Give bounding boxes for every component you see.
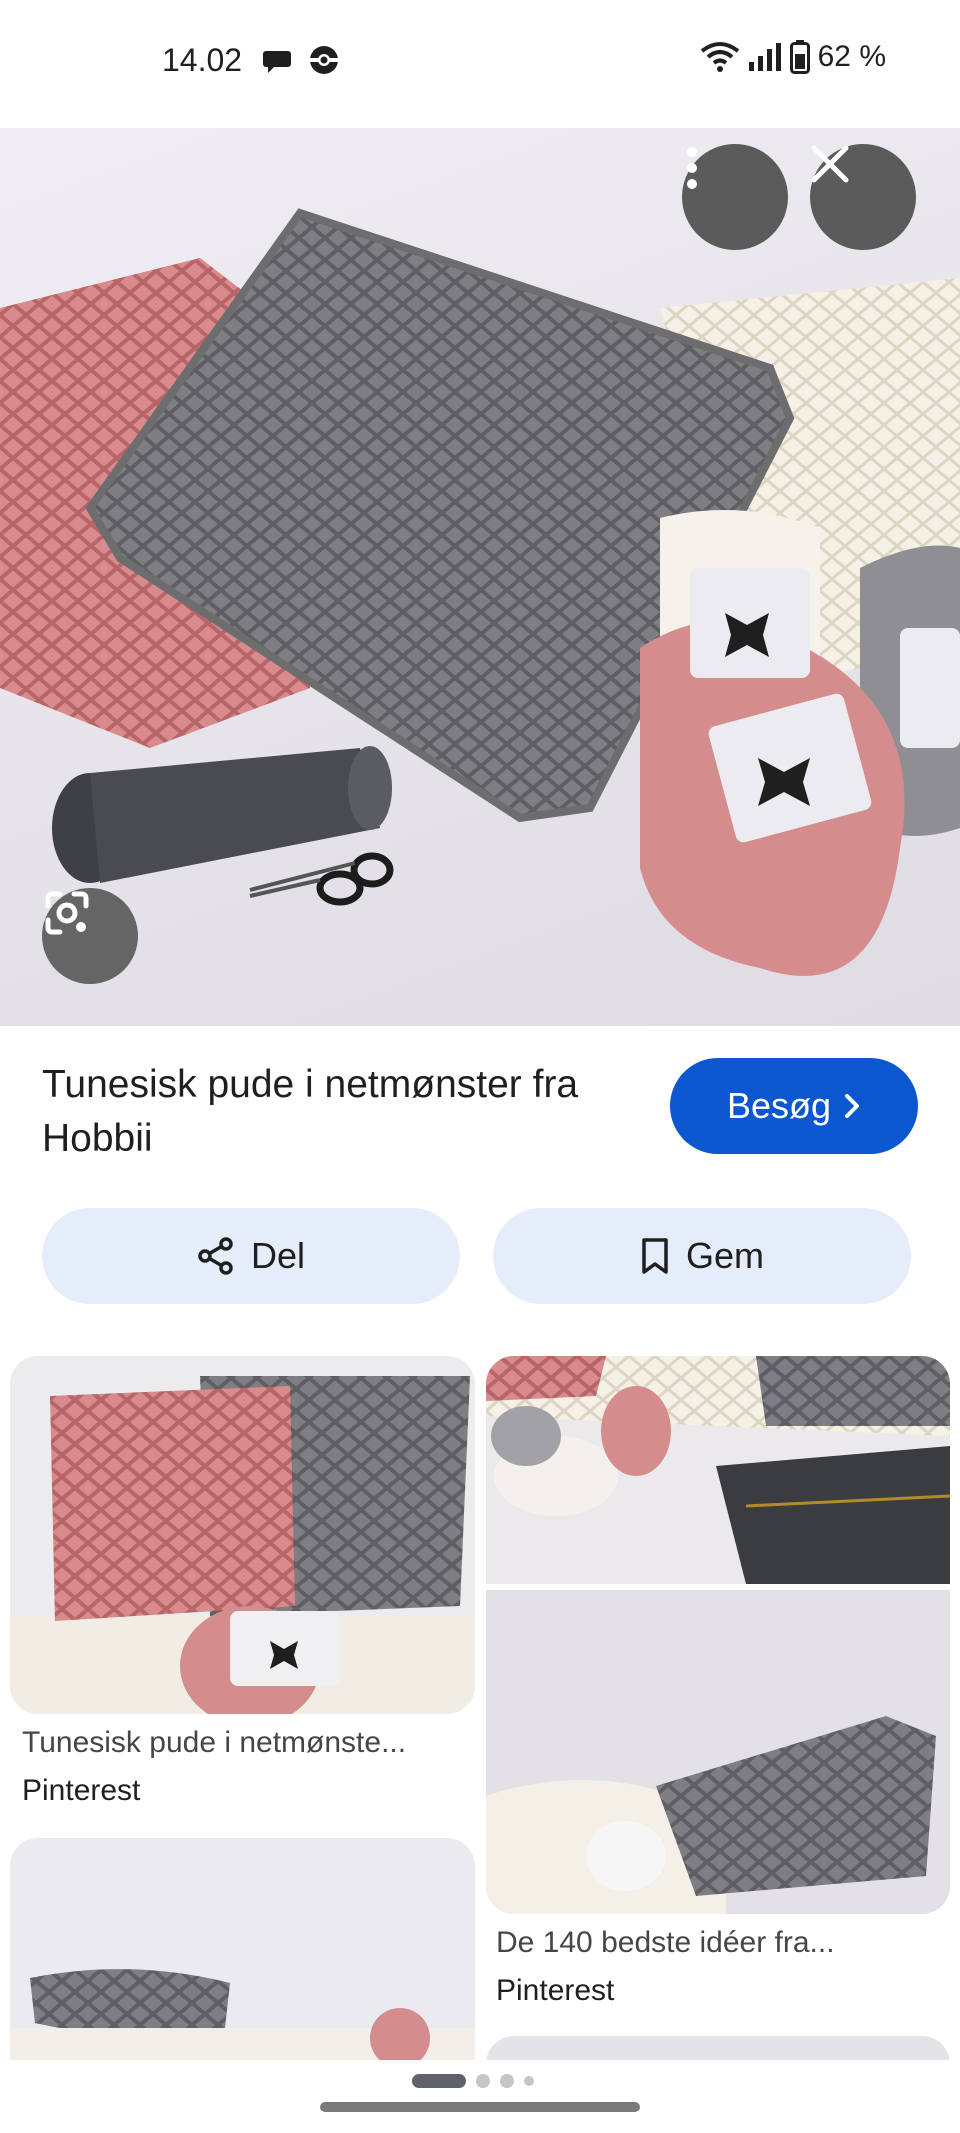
page-dot	[476, 2074, 490, 2088]
chat-bubble-icon	[263, 51, 291, 73]
related-card[interactable]: Tunesisk pude i netmønste... Pinterest	[10, 1356, 475, 1816]
related-image[interactable]	[10, 1356, 475, 1714]
navigation-bar	[0, 2060, 960, 2133]
related-title: De 140 bedste idéer fra...	[496, 1926, 835, 1959]
main-image-illustration	[0, 208, 960, 976]
signal-icon	[748, 43, 781, 71]
status-bar: 14.02 62 %	[0, 0, 960, 126]
save-label: Gem	[685, 1235, 764, 1276]
related-card[interactable]	[10, 1838, 475, 2060]
lens-search-button[interactable]	[42, 888, 138, 984]
scissors	[249, 852, 394, 906]
more-options-button[interactable]	[682, 144, 788, 250]
related-source: Pinterest	[496, 1974, 615, 2007]
more-vert-icon	[687, 147, 697, 189]
visit-label: Besøg	[726, 1085, 832, 1126]
page-dot	[524, 2076, 534, 2086]
bookmark-icon	[642, 1238, 668, 1274]
related-image[interactable]	[486, 1356, 950, 1914]
lens-icon	[45, 891, 89, 935]
close-icon	[811, 145, 849, 183]
page-dot-active	[412, 2074, 466, 2088]
wifi-icon	[700, 42, 739, 72]
main-image[interactable]	[0, 128, 960, 1026]
home-gesture-handle[interactable]	[320, 2102, 640, 2112]
related-card[interactable]: De 140 bedste idéer fra... Pinterest	[486, 1356, 950, 2016]
share-button[interactable]: Del	[42, 1208, 460, 1304]
page-dot	[500, 2074, 514, 2088]
chevron-right-icon	[845, 1094, 860, 1118]
related-source: Pinterest	[22, 1774, 141, 1807]
share-label: Del	[250, 1235, 306, 1276]
related-image[interactable]	[486, 2036, 950, 2060]
save-button[interactable]: Gem	[493, 1208, 911, 1304]
battery-percent: 62 %	[817, 40, 886, 73]
share-icon	[198, 1237, 233, 1275]
close-button[interactable]	[810, 144, 916, 250]
result-title[interactable]: Tunesisk pude i netmønster fra Hobbii	[42, 1058, 602, 1166]
visit-button[interactable]: Besøg	[670, 1058, 918, 1154]
pokeball-icon	[310, 46, 338, 74]
page-indicator	[412, 2074, 534, 2088]
battery-icon	[789, 40, 810, 74]
related-title: Tunesisk pude i netmønste...	[22, 1726, 407, 1759]
related-image[interactable]	[10, 1838, 475, 2060]
status-time: 14.02	[162, 42, 243, 78]
related-card[interactable]	[486, 2036, 950, 2060]
